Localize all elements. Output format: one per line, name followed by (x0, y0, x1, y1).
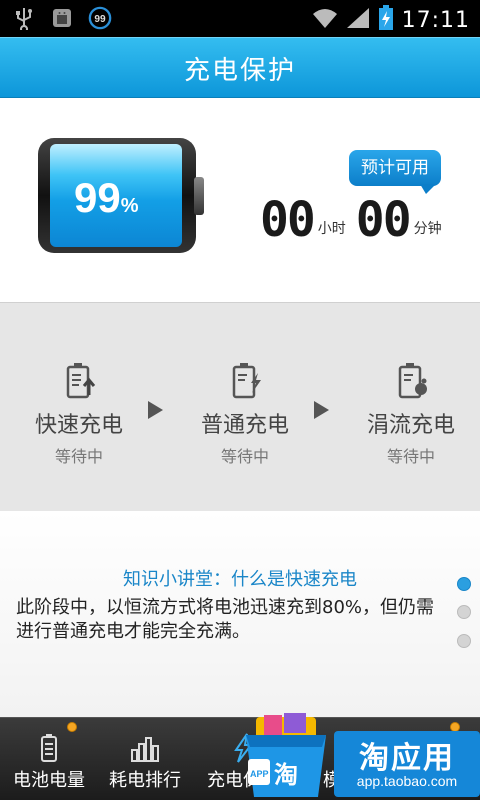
page-indicator-dot[interactable] (457, 634, 471, 648)
stage-label: 快速充电 (34, 413, 123, 438)
status-badge-number: 99 (94, 14, 106, 25)
stage-arrow-icon (148, 401, 163, 419)
remaining-time: 00 小时 00 分钟 (260, 192, 448, 248)
signal-icon (346, 7, 370, 33)
knowledge-body: 此阶段中，以恒流方式将电池迅速充到80%，但仍需进行普通充电才能完全充满。 (16, 597, 435, 642)
tab-power-ranking[interactable]: 耗电排行 (96, 718, 194, 800)
estimate-badge-tail (420, 184, 436, 194)
stage-label: 涓流充电 (366, 413, 455, 438)
hours-unit: 小时 (317, 221, 346, 237)
fast-charge-icon (59, 361, 99, 401)
estimate-badge: 预计可用 (349, 150, 441, 186)
normal-charge-icon (225, 361, 265, 401)
taobao-app-promo[interactable]: 淘 APP 淘应用 app.taobao.com (242, 705, 480, 800)
bar-chart-icon (129, 732, 161, 764)
stage-status: 等待中 (386, 447, 435, 466)
battery-cap (194, 177, 204, 215)
promo-logo: 淘应用 app.taobao.com (334, 731, 480, 797)
battery-percent-symbol: % (120, 195, 139, 217)
stage-normal-charge: 普通充电 等待中 (180, 361, 310, 467)
page-indicator-dot[interactable] (457, 605, 471, 619)
knowledge-panel[interactable]: 知识小讲堂：什么是快速充电 此阶段中，以恒流方式将电池迅速充到80%，但仍需进行… (0, 511, 480, 717)
status-bar: 99 17:11 (0, 0, 480, 37)
stage-arrow-icon (314, 401, 329, 419)
tab-label: 电池电量 (13, 770, 85, 791)
promo-brand: 淘应用 (359, 741, 455, 776)
svg-text:淘: 淘 (274, 761, 298, 789)
battery-graphic: 99% (38, 138, 204, 253)
charge-stages: 快速充电 等待中 普通充电 等待中 涓流充电 等待中 (0, 303, 480, 511)
page-title: 充电保护 (183, 56, 296, 86)
tab-battery-level[interactable]: 电池电量 (0, 718, 98, 800)
title-bar: 充电保护 (0, 37, 480, 98)
stage-status: 等待中 (220, 447, 269, 466)
battery-percent: 99% (74, 174, 139, 222)
promo-bag-label: APP (250, 769, 269, 779)
battery-percent-number: 99 (74, 174, 121, 221)
page-indicator-dot-active[interactable] (457, 577, 471, 591)
battery-icon (33, 732, 65, 764)
wifi-icon (312, 7, 338, 33)
trickle-charge-icon (391, 361, 431, 401)
promo-url: app.taobao.com (356, 773, 458, 789)
minutes-digits: 00 (355, 192, 412, 248)
minutes-unit: 分钟 (413, 221, 442, 237)
battery-panel: 99% 预计可用 00 小时 00 分钟 (0, 98, 480, 303)
stage-fast-charge: 快速充电 等待中 (14, 361, 144, 467)
stage-label: 普通充电 (200, 413, 289, 438)
android-debug-icon (50, 6, 74, 30)
notification-dot (67, 722, 77, 732)
status-time: 17:11 (401, 7, 470, 33)
hours-digits: 00 (260, 192, 316, 248)
stage-trickle-charge: 涓流充电 等待中 (346, 361, 476, 467)
usb-icon (12, 6, 36, 30)
battery-charging-icon (378, 5, 394, 35)
knowledge-title: 知识小讲堂：什么是快速充电 (123, 569, 357, 590)
circle-99-icon: 99 (88, 6, 112, 30)
stage-status: 等待中 (54, 447, 103, 466)
tab-label: 耗电排行 (109, 770, 181, 791)
shopping-bag-icon: 淘 APP (242, 713, 334, 799)
